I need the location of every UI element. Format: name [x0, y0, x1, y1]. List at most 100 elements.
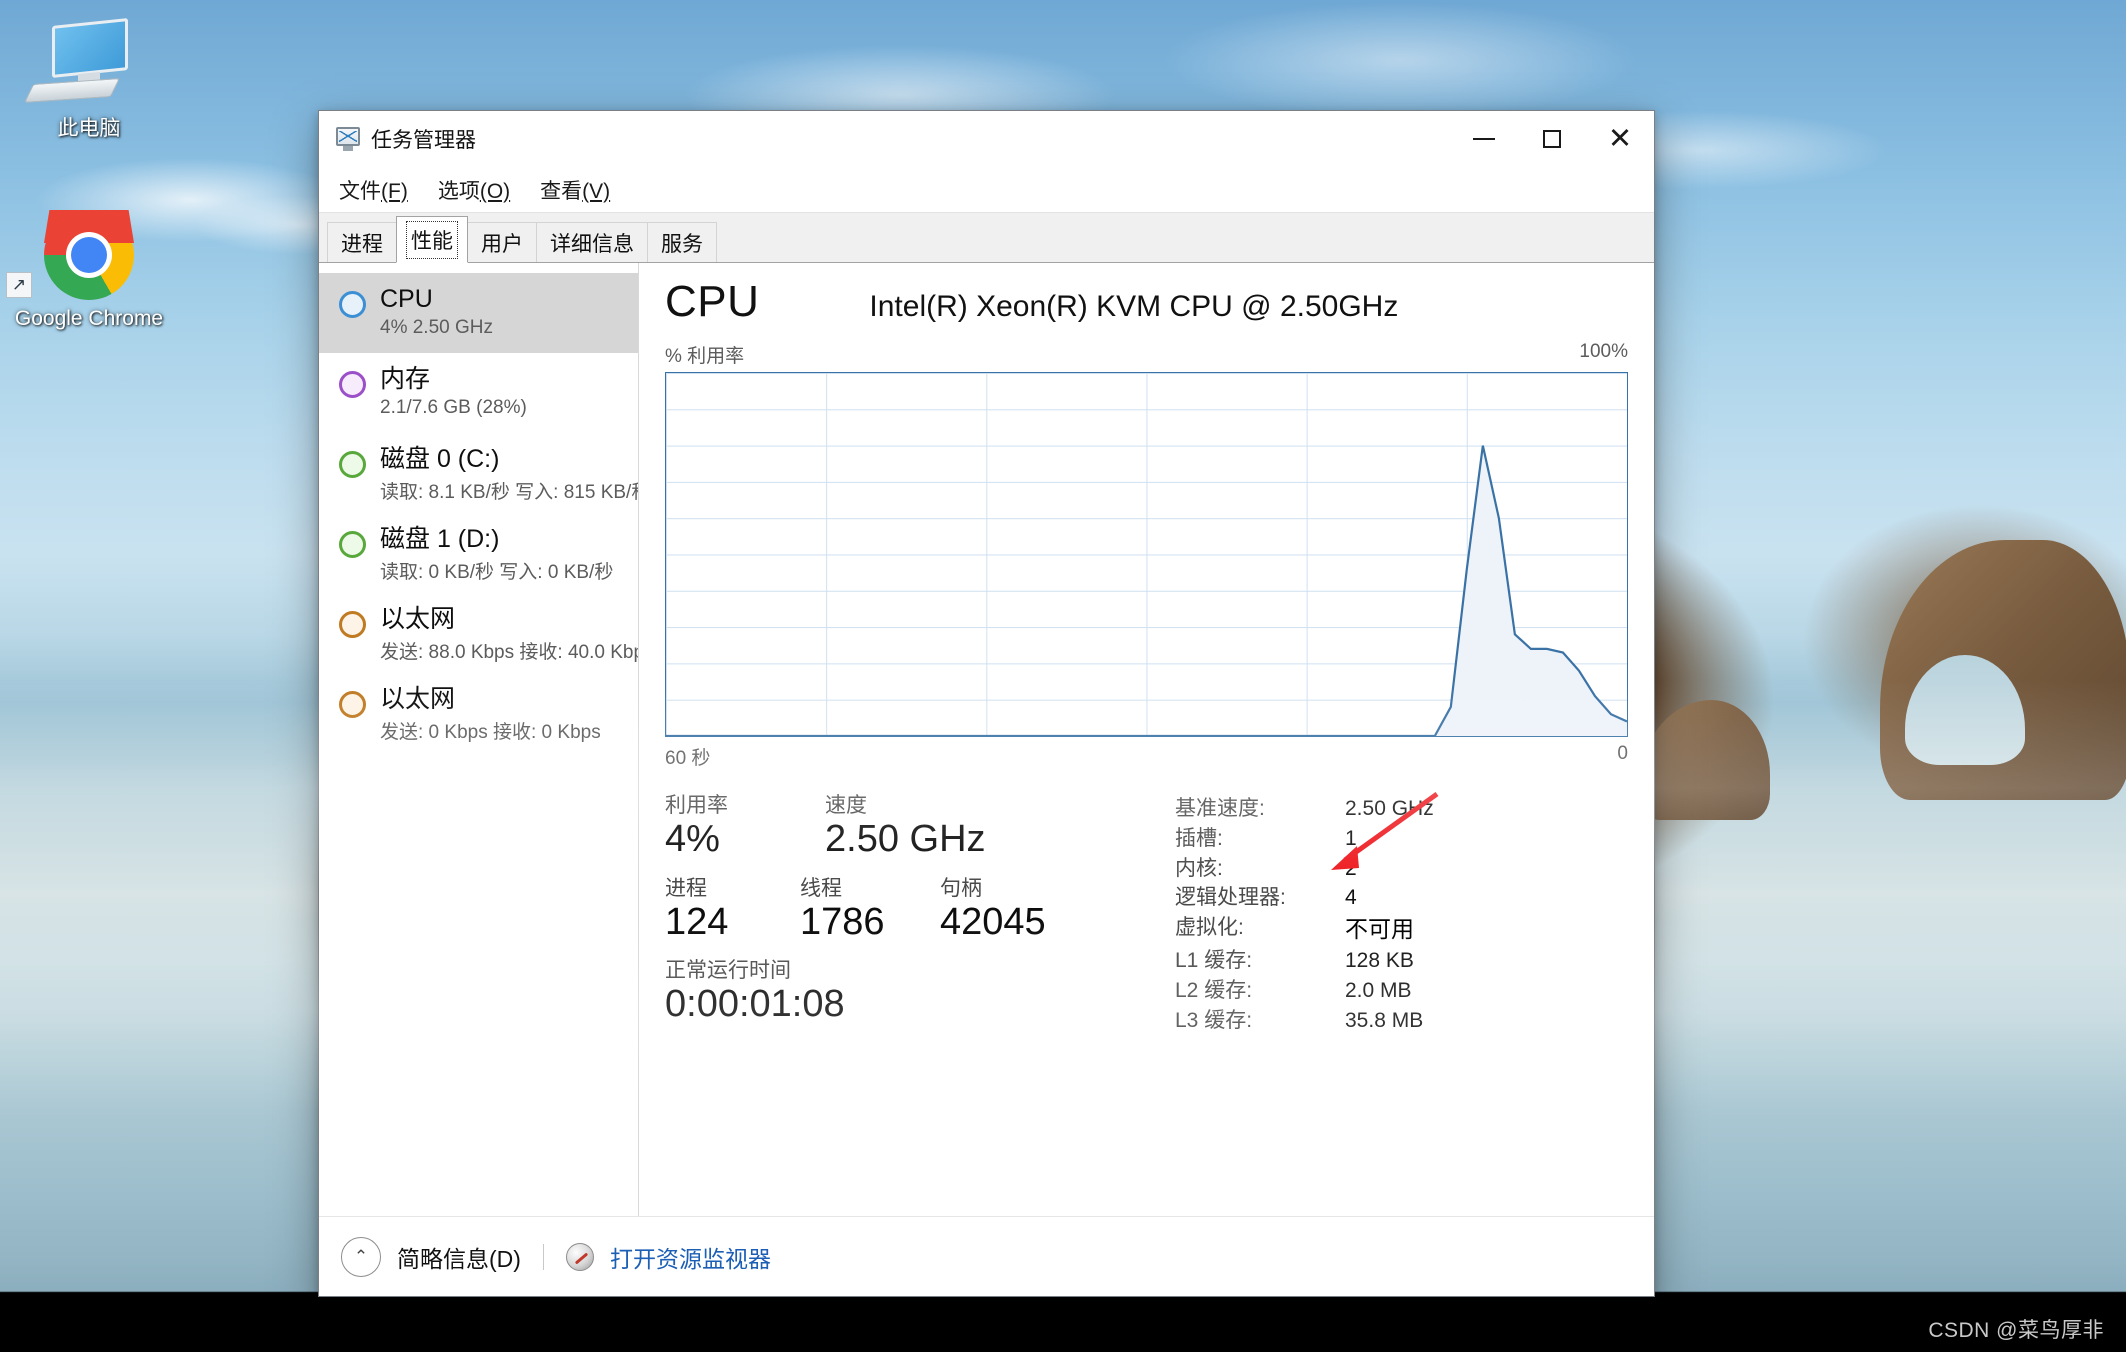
chrome-icon: ↗ — [6, 208, 164, 300]
stat-utilization: 利用率 4% — [665, 794, 825, 863]
tab-performance[interactable]: 性能 — [396, 216, 468, 263]
sidebar-item-sub: 发送: 88.0 Kbps 接收: 40.0 Kbps — [380, 641, 638, 663]
sidebar-item-title: 以太网 — [380, 685, 456, 713]
spec-sockets: 插槽: 1 — [1175, 826, 1357, 850]
stat-label: 正常运行时间 — [665, 959, 791, 983]
graph-x-right: 0 — [1617, 743, 1628, 764]
graph-axis-labels: 60 秒 0 — [665, 743, 1628, 770]
spec-l2-cache: L2 缓存: 2.0 MB — [1175, 978, 1412, 1002]
cpu-header: CPU Intel(R) Xeon(R) KVM CPU @ 2.50GHz — [665, 277, 1628, 327]
sidebar-item-title: 内存 — [380, 365, 431, 393]
stat-value: 42045 — [940, 900, 1046, 943]
stat-speed: 速度 2.50 GHz — [825, 794, 986, 863]
sidebar-item-sub: 读取: 8.1 KB/秒 写入: 815 KB/秒 — [380, 481, 638, 503]
maximize-button[interactable] — [1518, 111, 1586, 167]
graph-plot — [666, 373, 1627, 736]
sidebar-item-memory[interactable]: 内存 2.1/7.6 GB (28%) — [319, 353, 638, 433]
stat-value: 124 — [665, 900, 729, 943]
stat-value: 1786 — [800, 900, 885, 943]
tab-details[interactable]: 详细信息 — [536, 222, 648, 262]
sidebar-item-disk-1[interactable]: 磁盘 1 (D:) 读取: 0 KB/秒 写入: 0 KB/秒 — [319, 513, 638, 593]
spec-l1-cache: L1 缓存: 128 KB — [1175, 948, 1414, 972]
resource-sidebar: CPU 4% 2.50 GHz 内存 2.1/7.6 GB (28%) 磁盘 0… — [319, 263, 639, 1216]
desktop-icon-label: 此电脑 — [57, 117, 121, 140]
stat-value: 4% — [665, 818, 720, 861]
sidebar-item-sub: 4% 2.50 GHz — [380, 316, 493, 338]
menu-item-options[interactable]: 选项(O) — [434, 173, 514, 207]
title-bar: 任务管理器 ✕ — [319, 111, 1654, 167]
sidebar-item-sub: 读取: 0 KB/秒 写入: 0 KB/秒 — [380, 561, 614, 583]
footer-divider — [542, 1243, 544, 1270]
tab-services[interactable]: 服务 — [647, 222, 717, 262]
menu-item-file[interactable]: 文件(F) — [335, 173, 412, 207]
sidebar-item-ethernet-2[interactable]: 以太网 发送: 0 Kbps 接收: 0 Kbps — [319, 673, 638, 753]
tab-bar: 进程 性能 用户 详细信息 服务 — [319, 213, 1654, 263]
stat-label: 线程 — [800, 876, 842, 900]
cpu-utilization-graph[interactable] — [665, 372, 1628, 737]
sidebar-item-title: CPU — [380, 285, 433, 313]
stat-processes: 进程 124 — [665, 877, 800, 946]
sidebar-item-title: 磁盘 0 (C:) — [380, 445, 500, 473]
rock-small — [1640, 700, 1770, 820]
open-resource-monitor-link[interactable]: 打开资源监视器 — [610, 1240, 771, 1274]
stat-label: 进程 — [665, 876, 707, 900]
spec-base-speed: 基准速度: 2.50 GHz — [1175, 797, 1434, 820]
disk-status-dot-icon — [339, 531, 366, 558]
sidebar-item-title: 以太网 — [380, 605, 456, 633]
cpu-model-name: Intel(R) Xeon(R) KVM CPU @ 2.50GHz — [869, 290, 1399, 323]
close-button[interactable]: ✕ — [1586, 111, 1654, 167]
tab-users[interactable]: 用户 — [467, 222, 537, 262]
stat-handles: 句柄 42045 — [940, 877, 1046, 946]
chevron-up-icon[interactable]: ⌃ — [341, 1236, 381, 1277]
rock-arch-opening — [1905, 655, 2025, 765]
disk-status-dot-icon — [339, 451, 366, 478]
fewer-details-button[interactable]: 简略信息(D) — [397, 1240, 521, 1274]
memory-status-dot-icon — [339, 371, 366, 398]
tab-processes[interactable]: 进程 — [327, 222, 397, 262]
cpu-detail-panel: CPU Intel(R) Xeon(R) KVM CPU @ 2.50GHz %… — [639, 263, 1654, 1216]
this-pc-icon — [14, 18, 164, 110]
stat-label: 利用率 — [665, 794, 728, 817]
page-title: CPU — [665, 277, 760, 326]
ethernet-status-dot-icon — [339, 611, 366, 638]
spec-l3-cache: L3 缓存: 35.8 MB — [1175, 1008, 1424, 1032]
graph-x-left: 60 秒 — [665, 748, 711, 769]
desktop-icon-label: Google Chrome — [14, 307, 164, 330]
sidebar-item-sub: 2.1/7.6 GB (28%) — [380, 396, 527, 418]
stat-value: 0:00:01:08 — [665, 983, 845, 1026]
task-manager-window: 任务管理器 ✕ 文件(F) 选项(O) 查看(V) 进程 性能 用户 详细信息 … — [318, 110, 1655, 1297]
stat-label: 速度 — [825, 794, 867, 817]
graph-y-max: 100% — [1579, 341, 1628, 362]
spec-cores: 内核: 2 — [1175, 856, 1357, 880]
cpu-stats: 利用率 4% 速度 2.50 GHz 进程 124 线程 1786 句柄 420… — [665, 791, 1628, 1042]
task-manager-icon — [335, 127, 361, 151]
watermark: CSDN @菜鸟厚非 — [1928, 1319, 2104, 1342]
sidebar-item-title: 磁盘 1 (D:) — [380, 525, 500, 553]
cpu-specs: 基准速度: 2.50 GHz 插槽: 1 内核: 2 逻辑处理器: 4 虚拟化:… — [1135, 791, 1628, 1042]
resource-monitor-icon — [565, 1242, 594, 1271]
performance-body: CPU 4% 2.50 GHz 内存 2.1/7.6 GB (28%) 磁盘 0… — [319, 263, 1654, 1216]
menu-item-view[interactable]: 查看(V) — [536, 173, 614, 207]
minimize-button[interactable] — [1450, 111, 1518, 167]
desktop-icon-this-pc[interactable]: 此电脑 — [14, 18, 164, 142]
graph-y-title: % 利用率 — [665, 346, 745, 367]
desktop: 此电脑 ↗ Google Chrome 任务管理器 ✕ 文件(F) 选项(O) … — [0, 0, 2126, 1352]
cpu-stats-left: 利用率 4% 速度 2.50 GHz 进程 124 线程 1786 句柄 420… — [665, 794, 1135, 1042]
shortcut-arrow-icon: ↗ — [6, 272, 32, 298]
desktop-icon-google-chrome[interactable]: ↗ Google Chrome — [6, 208, 164, 332]
stat-uptime: 正常运行时间 0:00:01:08 — [665, 959, 845, 1028]
sidebar-item-ethernet-1[interactable]: 以太网 发送: 88.0 Kbps 接收: 40.0 Kbps — [319, 593, 638, 673]
spec-virtualization: 虚拟化: 不可用 — [1175, 916, 1414, 943]
stat-value: 2.50 GHz — [825, 818, 986, 861]
menu-bar: 文件(F) 选项(O) 查看(V) — [319, 167, 1654, 213]
cpu-status-dot-icon — [339, 291, 366, 318]
ethernet-status-dot-icon — [339, 691, 366, 718]
window-controls: ✕ — [1450, 111, 1654, 167]
spec-logical-processors: 逻辑处理器: 4 — [1175, 886, 1357, 910]
sidebar-item-cpu[interactable]: CPU 4% 2.50 GHz — [319, 273, 638, 353]
stat-label: 句柄 — [940, 876, 982, 900]
graph-top-labels: % 利用率 100% — [665, 341, 1628, 368]
window-title: 任务管理器 — [371, 129, 476, 152]
sidebar-item-sub: 发送: 0 Kbps 接收: 0 Kbps — [380, 721, 601, 743]
sidebar-item-disk-0[interactable]: 磁盘 0 (C:) 读取: 8.1 KB/秒 写入: 815 KB/秒 — [319, 433, 638, 513]
